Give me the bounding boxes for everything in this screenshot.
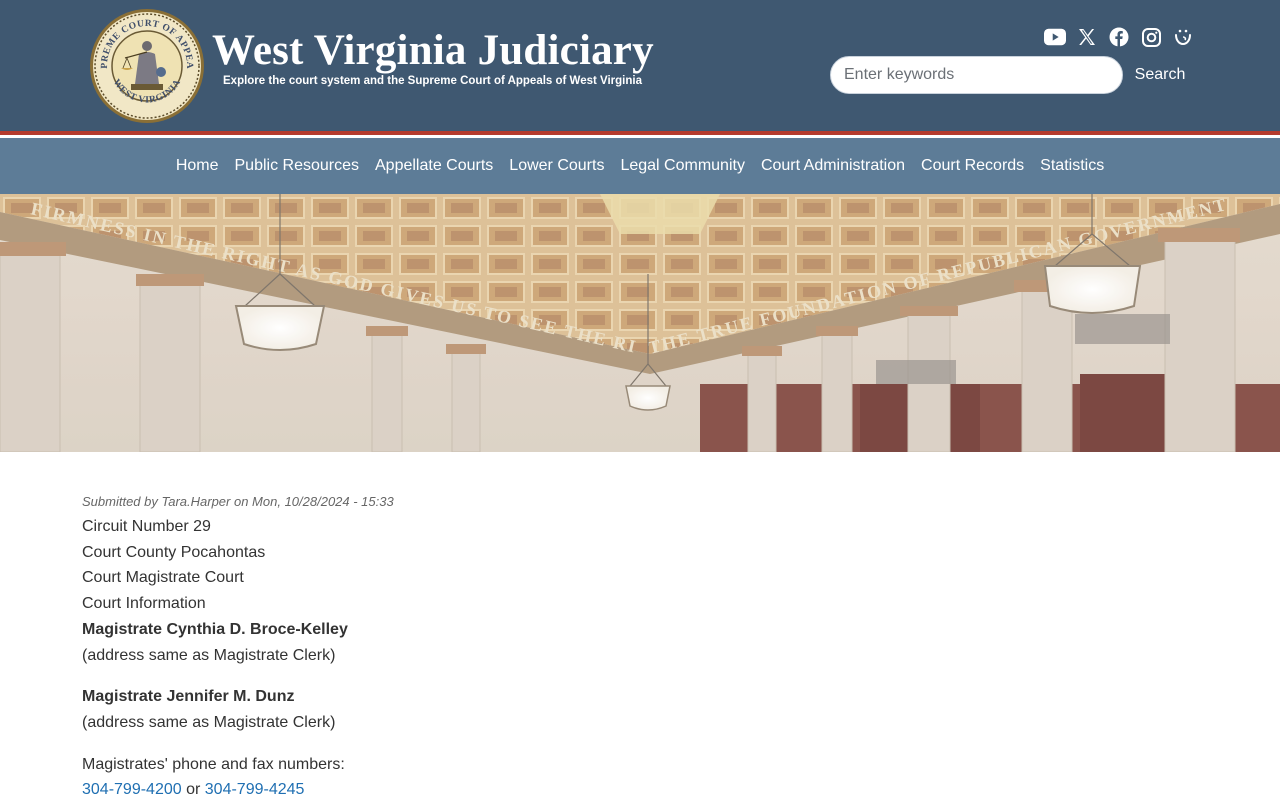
nav-item-lower-courts[interactable]: Lower Courts	[501, 138, 612, 194]
nav-item-home[interactable]: Home	[168, 138, 227, 194]
search-input[interactable]	[830, 56, 1123, 94]
phone-fax-line: 304-799-4200 or 304-799-4245	[82, 777, 1192, 800]
submitted-meta: Submitted by Tara.Harper on Mon, 10/28/2…	[82, 494, 394, 509]
social-links	[1044, 26, 1194, 48]
court-seal-logo: SUPREME COURT OF APPEALS WEST VIRGINIA	[89, 8, 204, 123]
phone-link[interactable]: 304-799-4200	[82, 781, 182, 798]
nav-item-court-records[interactable]: Court Records	[913, 138, 1032, 194]
magistrate-address: (address same as Magistrate Clerk)	[82, 713, 336, 731]
x-icon[interactable]	[1076, 26, 1098, 48]
fax-link[interactable]: 304-799-4245	[205, 781, 305, 798]
circuit-number: Circuit Number 29	[82, 518, 211, 535]
threads-icon[interactable]	[1172, 26, 1194, 48]
court-information-heading: Court Information	[82, 595, 206, 613]
or-text: or	[186, 781, 201, 799]
nav-item-statistics[interactable]: Statistics	[1032, 138, 1112, 194]
court-type: Court Magistrate Court	[82, 569, 244, 587]
main-navigation: Home Public Resources Appellate Courts L…	[0, 138, 1280, 194]
nav-item-legal-community[interactable]: Legal Community	[612, 138, 753, 194]
nav-item-public-resources[interactable]: Public Resources	[227, 138, 368, 194]
nav-item-appellate-courts[interactable]: Appellate Courts	[367, 138, 501, 194]
facebook-icon[interactable]	[1108, 26, 1130, 48]
nav-item-court-administration[interactable]: Court Administration	[753, 138, 913, 194]
hero-image-courtroom: FIRMNESS IN THE RIGHT AS GOD GIVES US TO…	[0, 194, 1280, 452]
magistrate-name: Magistrate Jennifer M. Dunz	[82, 688, 295, 706]
instagram-icon[interactable]	[1140, 26, 1162, 48]
magistrate-name: Magistrate Cynthia D. Broce-Kelley	[82, 620, 348, 638]
search-button[interactable]: Search	[1127, 58, 1193, 92]
phone-fax-label: Magistrates' phone and fax numbers:	[82, 755, 345, 773]
youtube-icon[interactable]	[1044, 26, 1066, 48]
site-tagline: Explore the court system and the Supreme…	[223, 75, 642, 87]
magistrate-address: (address same as Magistrate Clerk)	[82, 646, 336, 664]
site-header: SUPREME COURT OF APPEALS WEST VIRGINIA W…	[0, 0, 1280, 131]
main-content: Submitted by Tara.Harper on Mon, 10/28/2…	[82, 490, 1192, 800]
site-title[interactable]: West Virginia Judiciary	[212, 26, 654, 76]
court-county: Court County Pocahontas	[82, 543, 266, 561]
